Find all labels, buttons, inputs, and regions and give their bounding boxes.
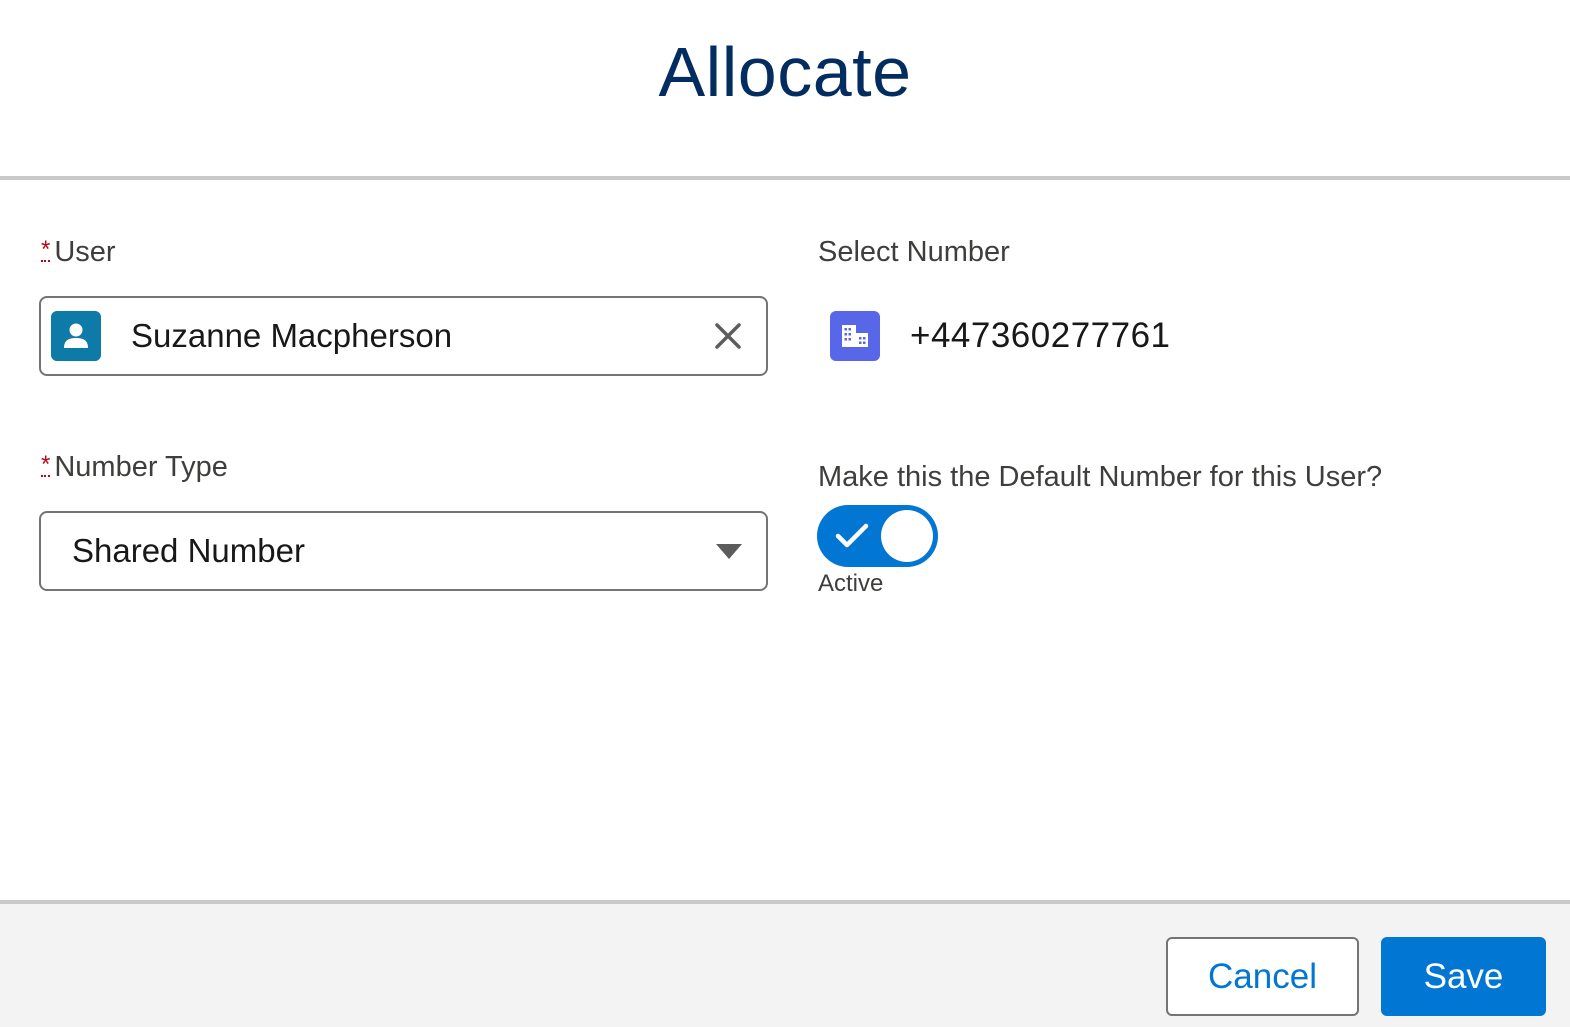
default-number-toggle[interactable] [817, 505, 938, 567]
header-divider [0, 176, 1570, 180]
required-indicator: * [41, 236, 51, 263]
select-number-label: Select Number [818, 236, 1010, 268]
cancel-button[interactable]: Cancel [1166, 937, 1359, 1016]
clear-selection-button[interactable] [708, 316, 748, 356]
number-type-field-label: * Number Type [41, 451, 228, 484]
selected-number-value[interactable]: +447360277761 [910, 316, 1171, 356]
number-type-selected-value: Shared Number [72, 532, 305, 569]
modal-title: Allocate [658, 32, 912, 111]
required-indicator: * [41, 451, 51, 478]
checkmark-icon [835, 523, 869, 548]
number-type-select[interactable]: Shared Number [39, 511, 768, 591]
user-label-text: User [54, 236, 116, 268]
user-lookup-field[interactable]: Suzanne Macpherson [39, 296, 768, 376]
toggle-status-text: Active [818, 570, 884, 597]
building-icon [830, 311, 880, 361]
modal-header: Allocate [0, 0, 1570, 177]
user-field-label: * User [41, 236, 116, 269]
save-button[interactable]: Save [1381, 937, 1546, 1016]
default-number-label: Make this the Default Number for this Us… [818, 461, 1383, 493]
number-type-label-text: Number Type [54, 451, 228, 483]
caret-down-icon [716, 543, 742, 559]
toggle-knob [881, 510, 933, 562]
user-icon [51, 311, 101, 361]
allocate-modal: Allocate * User Suzanne Macpherson Select… [0, 0, 1570, 1027]
close-icon [715, 323, 741, 349]
user-lookup-value: Suzanne Macpherson [131, 317, 453, 354]
